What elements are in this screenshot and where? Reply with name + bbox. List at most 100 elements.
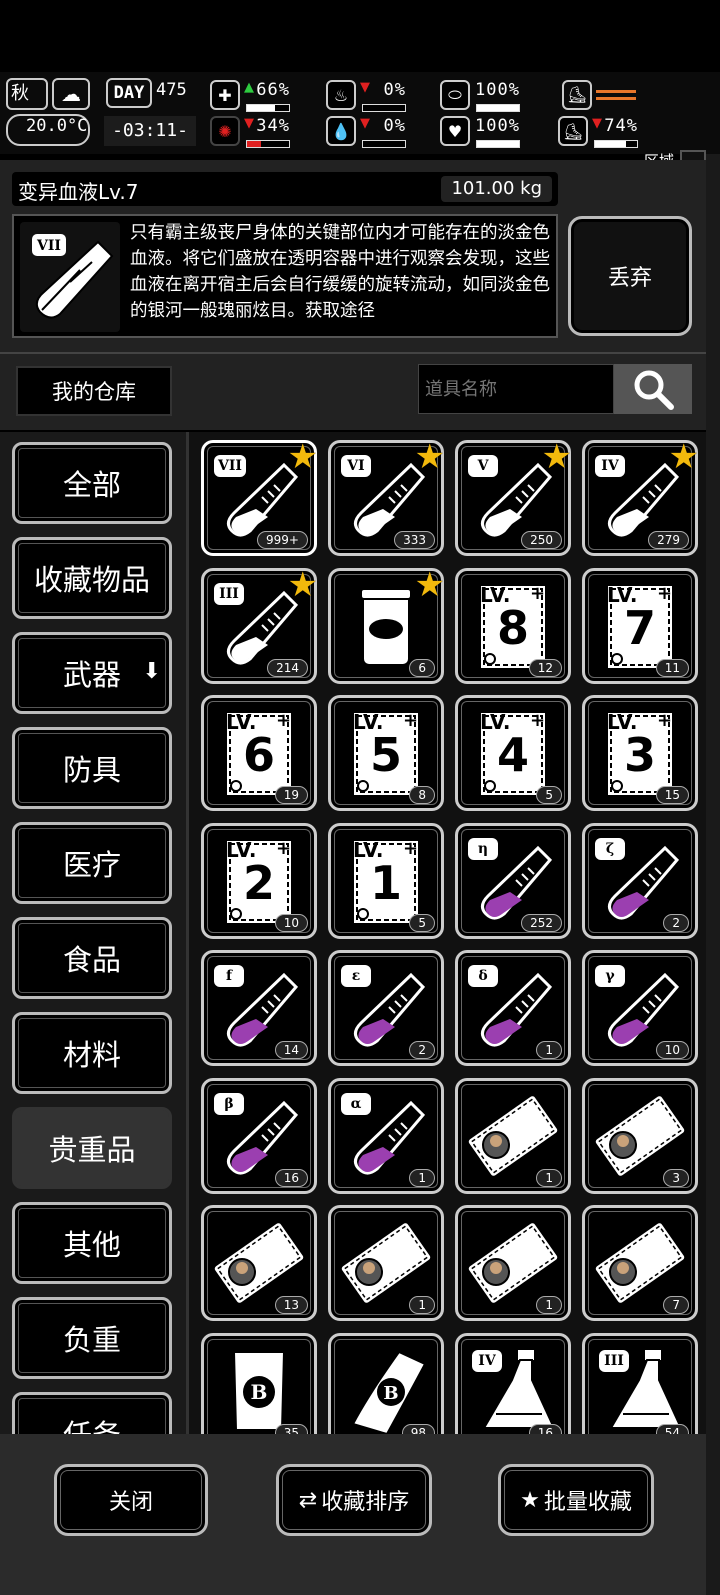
tier-tag: III [599,1349,629,1372]
tier-tag: γ [595,965,625,987]
inventory-slot[interactable]: f 14 [201,950,317,1066]
season-badge: 秋 [6,78,48,110]
favorite-star-icon: ★ [414,564,445,605]
inventory-slot[interactable]: LV. 8 +12 [455,567,571,684]
category-8[interactable]: 其他 [12,1202,172,1284]
category-4[interactable]: 医疗 [12,822,172,904]
category-label: 负重 [62,1323,121,1357]
plus-icon: + [530,582,546,604]
inventory-slot[interactable]: LV. 7 +11 [582,567,698,684]
inventory-slot[interactable]: LV. 3 +15 [582,695,698,811]
clock: -03:11- [104,116,196,146]
category-label: 任务 [63,1412,121,1434]
inventory-slot[interactable]: IV ★ 279 [582,437,699,556]
discard-button[interactable]: 丢弃 [568,216,692,336]
item-count: 8 [409,786,435,804]
right-edge [706,154,720,1595]
category-9[interactable]: 负重 [12,1297,172,1379]
inventory-slot[interactable]: α1 [328,1077,444,1194]
item-description-box[interactable]: VII 只有霸主级丧尸身体的关键部位内才可能存在的淡金色血液。将它们盛放在透明容… [12,214,558,338]
inventory-slot[interactable]: IV 16 [455,1332,571,1434]
item-count: 12 [528,658,562,677]
b-coupon-icon: B [232,1350,286,1431]
batch-favorite-button[interactable]: ★ 批量收藏 [498,1464,654,1536]
inventory-slot[interactable]: B 35 [201,1332,317,1434]
item-count: 98 [401,1423,435,1434]
scroll-icon: B [351,1350,427,1434]
trend-down-icon: ▼ [360,80,370,95]
inventory-slot[interactable]: VI ★ 333 [328,437,445,556]
inventory-slot[interactable]: III ★ 214 [201,565,318,684]
star-icon: ★ [520,1487,540,1513]
stat-mood: ♥ 100% [440,114,520,150]
item-tier: VII [36,238,61,254]
inventory-slot[interactable]: ε2 [328,950,444,1066]
stat-bar [476,140,520,148]
category-3[interactable]: 防具 [12,727,172,809]
inventory-slot[interactable]: LV. 5 +8 [328,695,444,811]
tier-tag: IV [472,1349,502,1372]
inventory-slot[interactable]: LV. 4 +5 [455,695,571,811]
inventory-slot[interactable]: γ 10 [582,950,698,1066]
search-button[interactable] [614,364,692,414]
category-label: 食品 [62,943,121,977]
inventory-slot[interactable]: 1 [455,1077,571,1194]
category-sidebar: 全部收藏物品武器 ⬇ 防具医疗食品材料贵重品其他负重任务 [0,432,186,1434]
item-count: 252 [521,913,562,932]
fatigue-bars [596,90,636,100]
category-2[interactable]: 武器 ⬇ [12,632,172,714]
item-count: 1 [536,1168,562,1187]
category-6[interactable]: 材料 [12,1012,172,1094]
category-1[interactable]: 收藏物品 [12,537,172,619]
inventory-slot[interactable]: η 252 [455,822,571,939]
inventory-slot[interactable]: V ★ 250 [455,437,572,556]
item-count: 35 [274,1423,308,1434]
inventory-slot[interactable]: ★ 6 [328,564,445,684]
day-counter: 475 [156,80,187,100]
stat-thirst: 💧 ▼ 0% [326,114,406,150]
tier-tag: β [214,1092,244,1115]
sort-favorites-button[interactable]: ⇄ 收藏排序 [276,1464,432,1536]
inventory-slot[interactable]: δ1 [455,950,571,1066]
tab-my-warehouse[interactable]: 我的仓库 [16,366,172,416]
inventory-slot[interactable]: III 54 [582,1332,698,1434]
inventory-slot[interactable]: LV. 6 +19 [201,695,317,811]
swap-arrows-icon: ⇄ [298,1487,318,1513]
inventory-slot[interactable]: 13 [201,1205,317,1321]
trend-down-icon: ▼ [360,116,370,131]
category-7[interactable]: 贵重品 [12,1107,172,1189]
plus-icon: + [657,582,673,604]
ticket-level: 7 [623,600,656,655]
stat-infection: ✺ ▼ 34% [210,114,290,150]
item-count: 1 [409,1168,435,1187]
inventory-slot[interactable]: LV. 2 +10 [201,822,317,939]
category-5[interactable]: 食品 [12,917,172,999]
inventory-slot[interactable]: 3 [582,1077,698,1194]
category-10[interactable]: 任务 [12,1392,172,1434]
item-count: 16 [274,1168,308,1187]
item-count: 13 [274,1296,308,1314]
tier-tag: VI [341,455,371,477]
category-label: 武器 [62,658,121,692]
plus-icon: + [657,710,673,731]
capsule-icon: ⬭ [440,80,470,110]
inventory-slot[interactable]: 1 [328,1205,444,1321]
category-0[interactable]: 全部 [12,442,172,524]
ticket-level: 6 [242,728,275,782]
inventory-slot[interactable]: ζ2 [582,822,698,939]
plus-icon: + [403,710,419,731]
item-count: 10 [655,1041,689,1059]
tier-tag: VII [214,455,246,477]
stat-stamina: ⬭ 100% [440,78,520,114]
inventory-slot[interactable]: LV. 1 +5 [328,822,444,939]
inventory-slot[interactable]: 1 [455,1205,571,1321]
close-button[interactable]: 关闭 [54,1464,208,1536]
inventory-slot[interactable]: B 98 [328,1332,444,1434]
inventory-slot[interactable]: β 16 [201,1077,317,1194]
inventory-slot[interactable]: VII ★ 999+ [201,437,318,556]
inventory-slot[interactable]: 7 [582,1205,698,1321]
stat-bar [362,140,406,148]
search-input[interactable] [418,364,614,414]
item-count: 15 [655,786,689,804]
item-count: 1 [409,1296,435,1314]
